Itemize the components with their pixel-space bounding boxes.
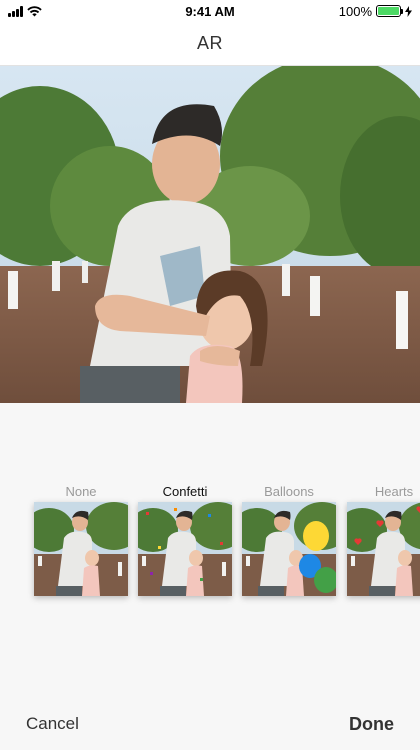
effect-label-balloons: Balloons (264, 484, 314, 499)
done-button[interactable]: Done (349, 714, 394, 735)
effect-label-hearts: Hearts (374, 484, 414, 499)
page-title: AR (196, 33, 223, 53)
battery-icon (376, 5, 403, 17)
charging-icon (405, 5, 412, 17)
status-left (8, 5, 42, 17)
main-photo (0, 66, 420, 403)
nav-bar: AR (0, 22, 420, 66)
cancel-button[interactable]: Cancel (26, 714, 79, 734)
effects-strip: None Confetti Balloons Hearts (0, 478, 420, 608)
battery-fill (378, 7, 399, 15)
effect-label-confetti: Confetti (162, 484, 208, 499)
status-bar: 9:41 AM 100% (0, 0, 420, 22)
effect-thumb-confetti[interactable] (138, 502, 232, 596)
effect-label-none: None (65, 484, 97, 499)
signal-icon (8, 5, 23, 17)
status-right: 100% (339, 4, 412, 19)
wifi-icon (27, 5, 42, 16)
effect-thumb-balloons[interactable] (242, 502, 336, 596)
effect-thumb-none[interactable] (34, 502, 128, 596)
effect-thumb-hearts[interactable] (347, 502, 420, 596)
status-time: 9:41 AM (185, 3, 235, 19)
battery-percent: 100% (338, 3, 372, 19)
bottom-toolbar: Cancel Done (0, 700, 420, 750)
